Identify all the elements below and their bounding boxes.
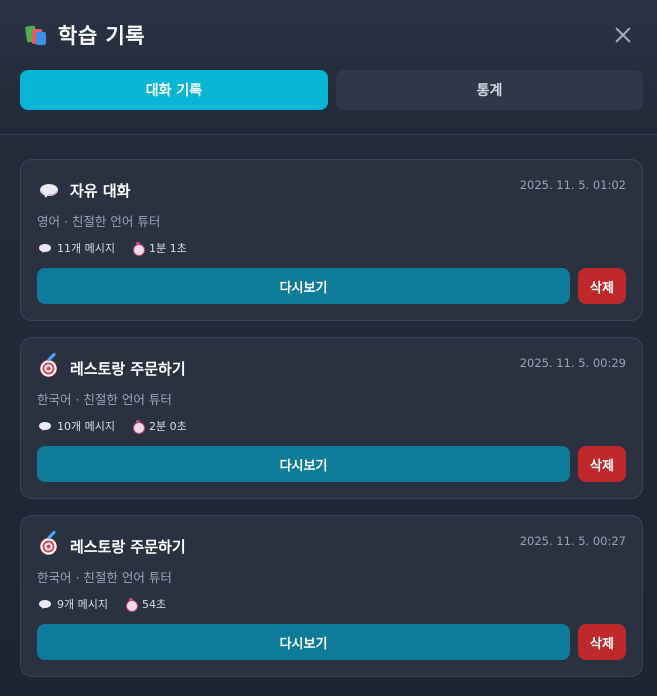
message-count: 10개 메시지: [57, 420, 115, 433]
message-count: 11개 메시지: [57, 242, 115, 255]
review-button[interactable]: 다시보기: [37, 268, 570, 304]
target-icon: [40, 352, 58, 377]
card-stats: 10개 메시지 2분 0초: [39, 418, 205, 434]
delete-button[interactable]: 삭제: [578, 268, 626, 304]
timer-icon: [132, 241, 145, 256]
message-icon: [39, 599, 51, 609]
tab-statistics[interactable]: 통계: [336, 70, 643, 110]
books-icon: [24, 23, 48, 47]
card-subtitle: 한국어 · 친절한 언어 튜터: [37, 570, 172, 585]
history-card: 자유 대화 2025. 11. 5. 01:02 영어 · 친절한 언어 튜터 …: [20, 159, 643, 321]
message-icon: [39, 243, 51, 253]
card-date: 2025. 11. 5. 00:27: [519, 534, 626, 548]
timer-icon: [125, 597, 138, 612]
card-title: 레스토랑 주문하기: [70, 537, 186, 556]
card-subtitle: 한국어 · 친절한 언어 튜터: [37, 392, 172, 407]
learning-history-modal: 학습 기록 대화 기록 통계 자유 대화 2025. 11. 5. 01:02 …: [0, 0, 657, 696]
history-card: 레스토랑 주문하기 2025. 11. 5. 00:27 한국어 · 친절한 언…: [20, 515, 643, 677]
title-row: 학습 기록: [24, 20, 145, 50]
delete-button[interactable]: 삭제: [578, 446, 626, 482]
card-stats: 11개 메시지 1분 1초: [39, 240, 205, 256]
card-stats: 9개 메시지 54초: [39, 596, 184, 612]
delete-button[interactable]: 삭제: [578, 624, 626, 660]
message-count: 9개 메시지: [57, 598, 108, 611]
modal-header: 학습 기록 대화 기록 통계: [0, 0, 657, 135]
history-card: 레스토랑 주문하기 2025. 11. 5. 00:29 한국어 · 친절한 언…: [20, 337, 643, 499]
timer-icon: [132, 419, 145, 434]
duration: 54초: [141, 598, 167, 611]
tab-conversation-history[interactable]: 대화 기록: [20, 70, 328, 110]
review-button[interactable]: 다시보기: [37, 624, 570, 660]
card-date: 2025. 11. 5. 01:02: [519, 178, 626, 192]
close-icon[interactable]: [611, 23, 635, 47]
card-title: 자유 대화: [70, 181, 131, 200]
review-button[interactable]: 다시보기: [37, 446, 570, 482]
modal-title: 학습 기록: [58, 24, 146, 48]
card-subtitle: 영어 · 친절한 언어 튜터: [37, 214, 161, 229]
target-icon: [40, 530, 58, 555]
message-icon: [39, 421, 51, 431]
duration: 2분 0초: [148, 420, 187, 433]
card-date: 2025. 11. 5. 00:29: [519, 356, 626, 370]
speech-bubble-icon: [40, 181, 58, 199]
duration: 1분 1초: [148, 242, 187, 255]
card-title: 레스토랑 주문하기: [70, 359, 186, 378]
